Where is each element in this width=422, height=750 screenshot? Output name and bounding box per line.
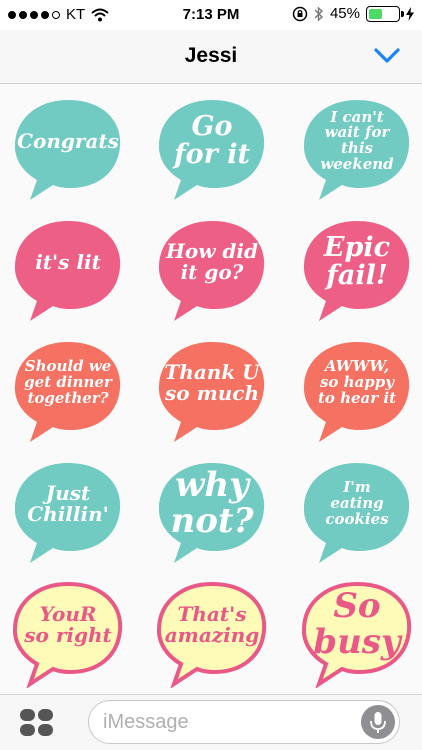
sticker-label: How did it go? — [166, 239, 258, 284]
sticker-4[interactable]: it's lit — [10, 213, 126, 325]
bluetooth-icon — [314, 5, 323, 22]
battery-icon — [366, 5, 404, 22]
sticker-label: it's lit — [35, 249, 101, 274]
sticker-label: So busy — [313, 586, 401, 662]
sticker-15[interactable]: So busy — [299, 576, 415, 688]
sticker-label: I'm eating cookies — [325, 478, 389, 528]
sticker-13[interactable]: YouR so right — [10, 576, 126, 688]
sticker-label: Should we get dinner together? — [24, 357, 112, 407]
sticker-6[interactable]: Epic fail! — [299, 213, 415, 325]
charging-bolt-icon — [406, 6, 414, 21]
sticker-14[interactable]: That's amazing — [154, 576, 270, 688]
sticker-label: Go for it — [174, 110, 250, 170]
contact-name: Jessi — [184, 44, 238, 67]
status-bar: KT 7:13 PM 45% — [0, 0, 422, 30]
sticker-3[interactable]: I can't wait for this weekend — [299, 92, 415, 204]
sticker-1[interactable]: Congrats — [10, 92, 126, 204]
sticker-label: AWWW, so happy to hear it — [317, 357, 397, 407]
microphone-icon[interactable] — [361, 705, 395, 739]
sticker-label: Just Chillin' — [27, 481, 109, 526]
sticker-11[interactable]: why not? — [154, 455, 270, 567]
sticker-label: YouR so right — [24, 602, 112, 647]
sticker-label: why not? — [170, 465, 254, 541]
sticker-2[interactable]: Go for it — [154, 92, 270, 204]
sticker-9[interactable]: AWWW, so happy to hear it — [299, 334, 415, 446]
sticker-label: Epic fail! — [323, 231, 391, 291]
battery-percent: 45% — [329, 5, 360, 22]
message-field[interactable] — [88, 700, 400, 744]
sticker-label: That's amazing — [164, 602, 260, 647]
message-input[interactable] — [103, 709, 343, 735]
sticker-10[interactable]: Just Chillin' — [10, 455, 126, 567]
sticker-7[interactable]: Should we get dinner together? — [10, 334, 126, 446]
rotation-lock-icon — [292, 6, 308, 21]
compose-bar — [0, 694, 422, 750]
battery-level-fill — [369, 8, 382, 19]
sticker-8[interactable]: Thank U so much — [154, 334, 270, 446]
conversation-header: Jessi — [0, 30, 422, 84]
chevron-down-icon[interactable] — [372, 44, 402, 68]
status-right: 45% — [292, 5, 414, 22]
sticker-5[interactable]: How did it go? — [154, 213, 270, 325]
sticker-grid: Congrats Go for it I can't wait for this w… — [0, 84, 422, 694]
sticker-label: Thank U so much — [164, 360, 260, 405]
sticker-12[interactable]: I'm eating cookies — [299, 455, 415, 567]
app-drawer-icon[interactable] — [20, 707, 54, 737]
sticker-label: I can't wait for this weekend — [320, 107, 394, 173]
sticker-label: Congrats — [17, 128, 119, 153]
